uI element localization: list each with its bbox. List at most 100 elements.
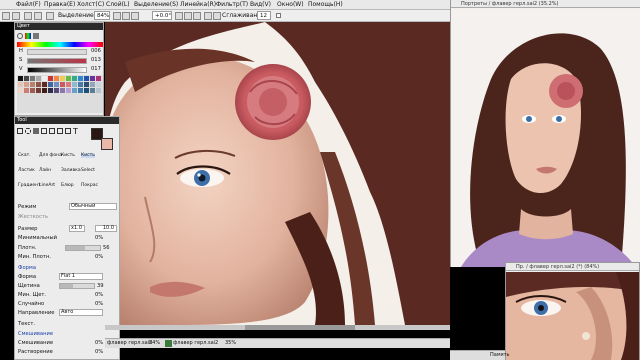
status-bar: флавер герл.sai2 84% флавер герл.sai2 35…: [105, 338, 450, 348]
density-value: 56: [103, 245, 110, 251]
menu-layer[interactable]: Слой(L): [106, 1, 130, 8]
smoothing-field[interactable]: 12: [257, 11, 271, 20]
s-slider[interactable]: [27, 58, 87, 64]
menu-file[interactable]: Файл(F): [16, 1, 41, 8]
h-value: 006: [91, 48, 101, 54]
brush-label[interactable]: Для фона: [39, 153, 62, 158]
magic-wand-icon[interactable]: [33, 128, 39, 134]
size-mult[interactable]: x1.0: [69, 225, 85, 232]
h-slider[interactable]: [27, 49, 87, 55]
smoothing-dropdown[interactable]: [276, 13, 281, 18]
hue-bar[interactable]: [17, 42, 103, 47]
canvas-hscrollbar[interactable]: [105, 325, 450, 330]
navigator-window-title[interactable]: Пр. / флавер герл.sai2 (*) (84%): [506, 263, 639, 271]
v-value: 017: [91, 66, 101, 72]
form-select[interactable]: Flat 1: [59, 273, 103, 280]
secondary-color-swatch[interactable]: [101, 138, 113, 150]
zoom-out-icon[interactable]: [113, 12, 121, 20]
main-canvas[interactable]: [105, 22, 450, 325]
undo-icon[interactable]: [2, 12, 10, 20]
invert-selection-icon[interactable]: [34, 12, 42, 20]
painting: [105, 22, 450, 325]
density-label: Плотн.: [18, 245, 37, 251]
tool-panel: Tool T Скат. Для фона Кисть Кисть Ластик…: [14, 116, 120, 360]
zoom-reset-icon[interactable]: [131, 12, 139, 20]
rotation-field[interactable]: +0.0°: [152, 11, 172, 20]
text-icon[interactable]: T: [73, 127, 78, 136]
lasso-icon[interactable]: [25, 128, 31, 134]
mixing-value[interactable]: 0%: [95, 340, 103, 346]
random-value[interactable]: 0%: [95, 301, 103, 307]
min-size-value[interactable]: 0%: [95, 235, 103, 241]
mode-label: Режим: [18, 204, 37, 210]
hand-icon[interactable]: [65, 128, 71, 134]
color-panel-title: Цвет: [15, 23, 103, 30]
rotate-icon[interactable]: [57, 128, 63, 134]
zoom-icon[interactable]: [49, 128, 55, 134]
mode-select[interactable]: Обычный: [69, 203, 117, 210]
zoom-in-icon[interactable]: [122, 12, 130, 20]
brush-label-active[interactable]: Кисть: [81, 153, 95, 158]
rotate-right-icon[interactable]: [184, 12, 192, 20]
density-slider[interactable]: [65, 245, 101, 251]
reference-window-title[interactable]: Портреты / флавер герл.sai2 (35.2%): [451, 0, 640, 8]
dilution-value[interactable]: 0%: [95, 349, 103, 355]
brush-label[interactable]: Select: [81, 168, 95, 173]
size-value[interactable]: 10.0: [95, 225, 117, 232]
color-wheel-icon[interactable]: [17, 33, 23, 39]
menu-filter[interactable]: Фильтр(T): [216, 1, 248, 8]
size-label: Размер: [18, 226, 38, 232]
brush-label[interactable]: Скат.: [18, 153, 31, 158]
reference-thumbnail: [451, 9, 640, 267]
doc1-name[interactable]: флавер герл.sai2: [107, 339, 152, 348]
brush-label[interactable]: Блюр: [61, 183, 74, 188]
navigator-window: Пр. / флавер герл.sai2 (*) (84%): [505, 262, 640, 360]
memory-label: Память: [490, 352, 510, 358]
menu-ruler[interactable]: Линейка(R): [180, 1, 216, 8]
menu-view[interactable]: Вид(V): [250, 1, 271, 8]
direction-select[interactable]: Авто: [59, 309, 103, 316]
bristle-slider[interactable]: [59, 283, 95, 289]
rotate-left-icon[interactable]: [175, 12, 183, 20]
stabilizer-icon[interactable]: [213, 12, 221, 20]
swatch-grid[interactable]: [17, 75, 103, 113]
menu-edit[interactable]: Правка(E): [44, 1, 75, 8]
s-value: 013: [91, 57, 101, 63]
rgb-slider-icon[interactable]: [25, 33, 31, 39]
scroll-thumb[interactable]: [245, 325, 355, 330]
zoom-field[interactable]: 84%: [94, 11, 110, 20]
min-density-value[interactable]: 0%: [95, 254, 103, 260]
hardness-label: Жесткость: [18, 214, 48, 220]
brush-label[interactable]: LineArt: [39, 183, 55, 188]
rotate-reset-icon[interactable]: [193, 12, 201, 20]
brush-label[interactable]: Градиент: [18, 183, 41, 188]
rect-select-icon[interactable]: [17, 128, 23, 134]
navigator-thumbnail: [506, 272, 639, 360]
menu-canvas[interactable]: Холст(C): [77, 1, 104, 8]
flip-icon[interactable]: [204, 12, 212, 20]
mixing-section-header[interactable]: Смешивание: [18, 331, 53, 337]
min-bristle-value[interactable]: 0%: [95, 292, 103, 298]
redo-icon[interactable]: [12, 12, 20, 20]
selection-label: Выделение: [58, 12, 94, 19]
hsv-slider-icon[interactable]: [33, 33, 39, 39]
form-label: Форма: [18, 274, 37, 280]
doc2-zoom: 35%: [225, 340, 237, 346]
v-label: V: [19, 66, 23, 72]
brush-label[interactable]: Покрас: [81, 183, 98, 188]
form-section-header[interactable]: Форма: [18, 265, 36, 271]
texture-section-header[interactable]: Текст.: [18, 321, 35, 327]
brush-label[interactable]: Ластик: [18, 168, 35, 173]
s-label: S: [19, 57, 23, 63]
selection-show-icon[interactable]: [46, 12, 54, 20]
doc2-name[interactable]: флавер герл.sai2: [173, 339, 218, 348]
deselect-icon[interactable]: [24, 12, 32, 20]
brush-label[interactable]: Кисть: [61, 153, 75, 158]
menu-selection[interactable]: Выделение(S): [134, 1, 178, 8]
brush-label[interactable]: Заливка: [61, 168, 81, 173]
brush-label[interactable]: Лайн: [39, 168, 51, 173]
v-slider[interactable]: [27, 67, 87, 73]
move-icon[interactable]: [41, 128, 47, 134]
menu-help[interactable]: Помощь(H): [308, 1, 343, 8]
menu-window[interactable]: Окно(W): [277, 1, 304, 8]
